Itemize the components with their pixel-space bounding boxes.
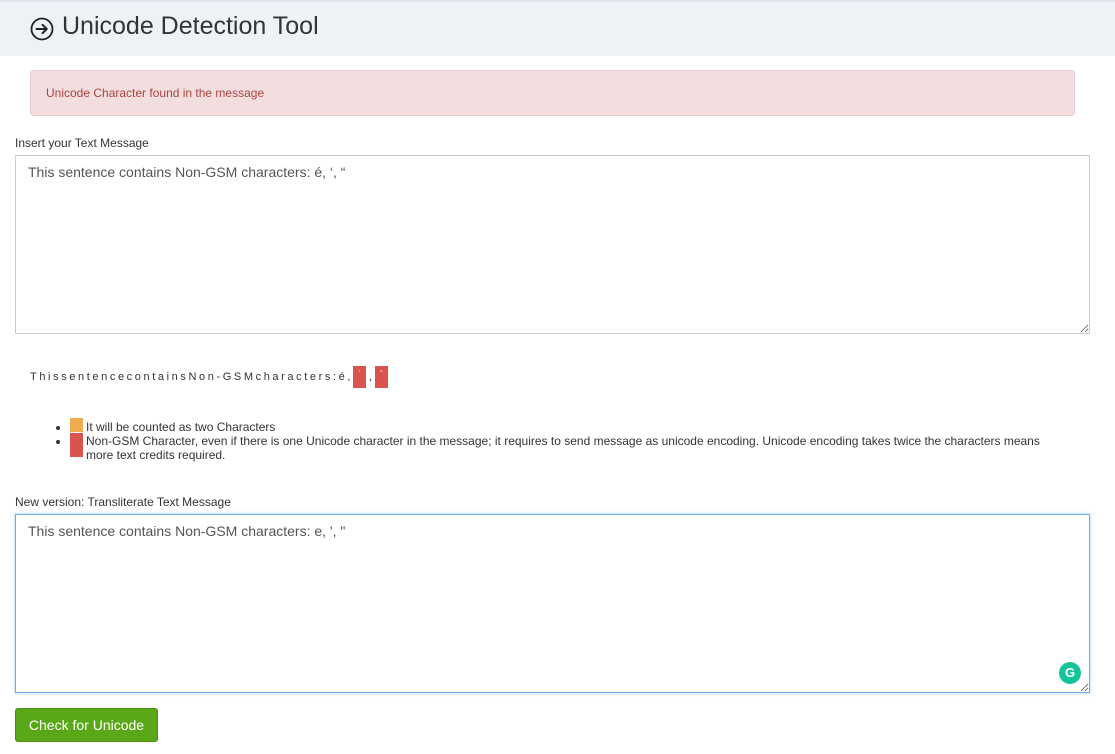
analysis-char: o [199,371,208,383]
legend-item-double: It will be counted as two Characters [70,418,1115,434]
analysis-char: s [53,371,62,383]
red-swatch [70,433,83,457]
analysis-char: n [171,371,181,383]
flagged-character: “ [375,366,389,388]
input-label: Insert your Text Message [15,136,149,150]
analysis-char: e [92,371,102,383]
analysis-char: a [157,371,167,383]
analysis-char: c [109,371,118,383]
analysis-char: s [324,371,333,383]
message-input[interactable]: This sentence contains Non-GSM character… [15,155,1090,334]
analysis-char: s [61,371,70,383]
analysis-char: n [78,371,87,383]
analysis-char: T [30,371,40,383]
grammarly-icon[interactable]: G [1059,662,1081,684]
analysis-char: G [222,371,234,383]
analysis-comma: , [369,371,373,383]
analysis-char: a [272,371,282,383]
page-header: Unicode Detection Tool [0,0,1115,56]
analysis-char: é [338,371,348,383]
analysis-char: S [233,371,244,383]
analysis-char: M [243,371,256,383]
page-title: Unicode Detection Tool [62,12,319,40]
analysis-char: e [69,371,79,383]
legend: It will be counted as two Characters Non… [0,418,1115,462]
analysis-char: o [134,371,144,383]
analysis-char: e [117,371,127,383]
analysis-characters: ThissentencecontainsNon-GSMcharacters:é, [30,371,353,383]
flagged-character: ‘ [353,366,366,388]
analysis-char: N [188,371,200,383]
legend-text: Non-GSM Character, even if there is one … [86,434,1040,462]
analysis-char: n [143,371,153,383]
analysis-char: h [263,371,273,383]
orange-swatch [70,418,83,432]
analysis-char: c [126,371,135,383]
analysis-char: a [287,371,297,383]
character-analysis: ThissentencecontainsNon-GSMcharacters:é,… [30,366,389,388]
legend-item-non-gsm: Non-GSM Character, even if there is one … [70,433,1115,462]
analysis-char: e [309,371,319,383]
analysis-char: s [180,371,189,383]
analysis-char: n [207,371,217,383]
check-unicode-button[interactable]: Check for Unicode [15,708,158,742]
analysis-char: h [39,371,49,383]
legend-text: It will be counted as two Characters [86,420,276,434]
analysis-char: c [255,371,264,383]
analysis-char: n [101,371,110,383]
transliterated-output[interactable]: This sentence contains Non-GSM character… [15,514,1090,693]
arrow-right-circle-icon [30,17,54,41]
unicode-alert: Unicode Character found in the message [30,70,1075,116]
output-label: New version: Transliterate Text Message [15,495,231,509]
analysis-char: c [296,371,305,383]
